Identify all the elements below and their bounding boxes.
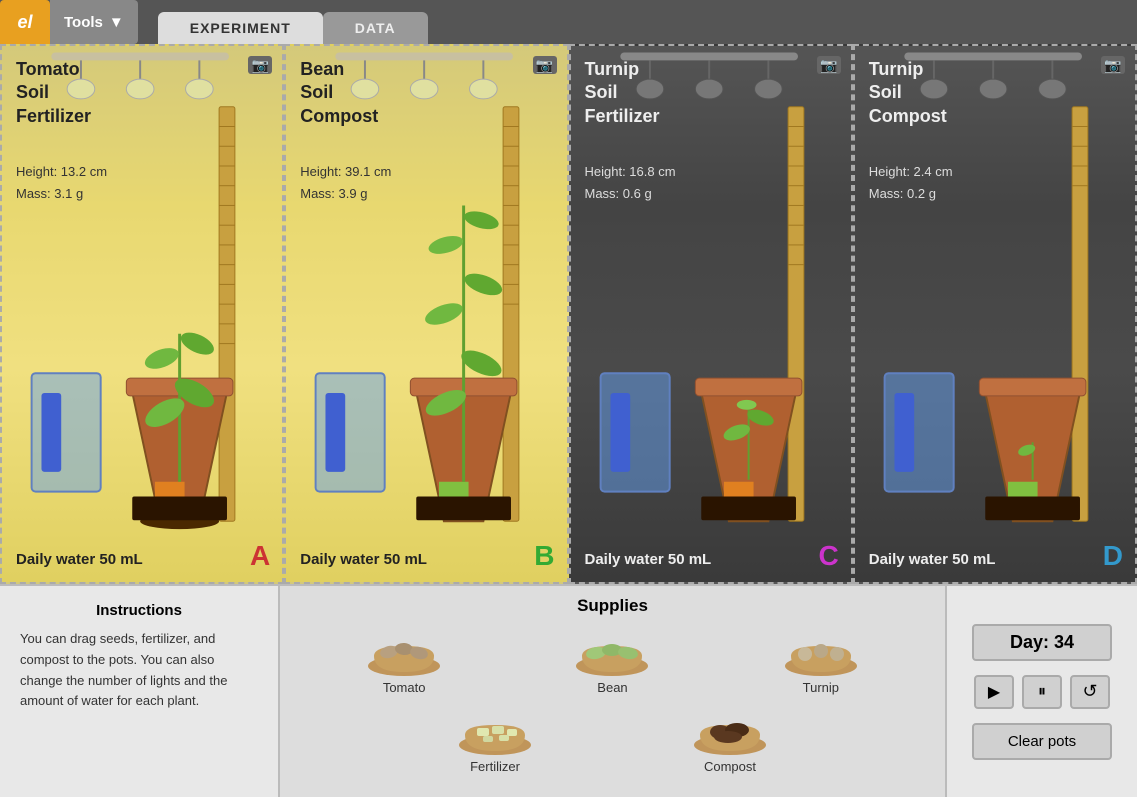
tomato-label: Tomato [383,680,426,695]
experiment-area: Tomato Soil Fertilizer Height: 13.2 cm M… [0,44,1137,584]
pot-illustration-a [2,46,282,582]
tab-experiment[interactable]: EXPERIMENT [158,12,323,44]
pot-letter-c: C [819,540,839,572]
pot-letter-a: A [250,540,270,572]
pot-illustration-d [855,46,1135,582]
supplies-row-1: Tomato Bean [300,624,925,695]
supply-tomato[interactable]: Tomato [364,624,444,695]
compost-bowl-svg [690,703,770,755]
compost-label: Compost [704,759,756,774]
clear-pots-button[interactable]: Clear pots [972,723,1112,760]
instructions-panel: Instructions You can drag seeds, fertili… [0,586,280,797]
playback-controls: ▶ ⏸ ↺ [974,675,1110,709]
pot-water-label-c: Daily water 50 mL [585,551,712,568]
logo-text: el [17,12,32,33]
pot-illustration-b [286,46,566,582]
tomato-bowl-svg [364,624,444,676]
reset-button[interactable]: ↺ [1070,675,1110,709]
pot-panel-b: Bean Soil Compost Height: 39.1 cm Mass: … [284,44,568,584]
fertilizer-bowl-svg [455,703,535,755]
supplies-title: Supplies [300,596,925,616]
pause-button[interactable]: ⏸ [1022,675,1062,709]
bean-bowl-svg [572,624,652,676]
controls-panel: Day: 34 ▶ ⏸ ↺ Clear pots [947,586,1137,797]
bean-label: Bean [597,680,627,695]
fertilizer-label: Fertilizer [470,759,520,774]
instructions-title: Instructions [20,602,258,619]
supply-turnip[interactable]: Turnip [781,624,861,695]
pot-illustration-c [571,46,851,582]
pot-letter-d: D [1103,540,1123,572]
supply-bean[interactable]: Bean [572,624,652,695]
bottom-panel: Instructions You can drag seeds, fertili… [0,584,1137,797]
tools-dropdown-icon: ▼ [109,14,124,31]
header: el Tools ▼ EXPERIMENT DATA [0,0,1137,44]
pot-letter-b: B [534,540,554,572]
instructions-text: You can drag seeds, fertilizer, and comp… [20,629,258,712]
pot-water-label-b: Daily water 50 mL [300,551,427,568]
tools-button[interactable]: Tools ▼ [50,0,138,44]
tools-label: Tools [64,14,103,31]
supplies-panel: Supplies Tomato [280,586,947,797]
pot-panel-d: Turnip Soil Compost Height: 2.4 cm Mass:… [853,44,1137,584]
supply-compost[interactable]: Compost [690,703,770,774]
play-button[interactable]: ▶ [974,675,1014,709]
turnip-label: Turnip [803,680,839,695]
supply-fertilizer[interactable]: Fertilizer [455,703,535,774]
tab-data[interactable]: DATA [323,12,428,44]
pot-panel-a: Tomato Soil Fertilizer Height: 13.2 cm M… [0,44,284,584]
turnip-bowl-svg [781,624,861,676]
logo-button[interactable]: el [0,0,50,44]
supplies-row-2: Fertilizer Compost [300,703,925,774]
day-display: Day: 34 [972,624,1112,661]
pot-water-label-d: Daily water 50 mL [869,551,996,568]
pot-panel-c: Turnip Soil Fertilizer Height: 16.8 cm M… [569,44,853,584]
pot-water-label-a: Daily water 50 mL [16,551,143,568]
tab-area: EXPERIMENT DATA [138,0,1137,44]
